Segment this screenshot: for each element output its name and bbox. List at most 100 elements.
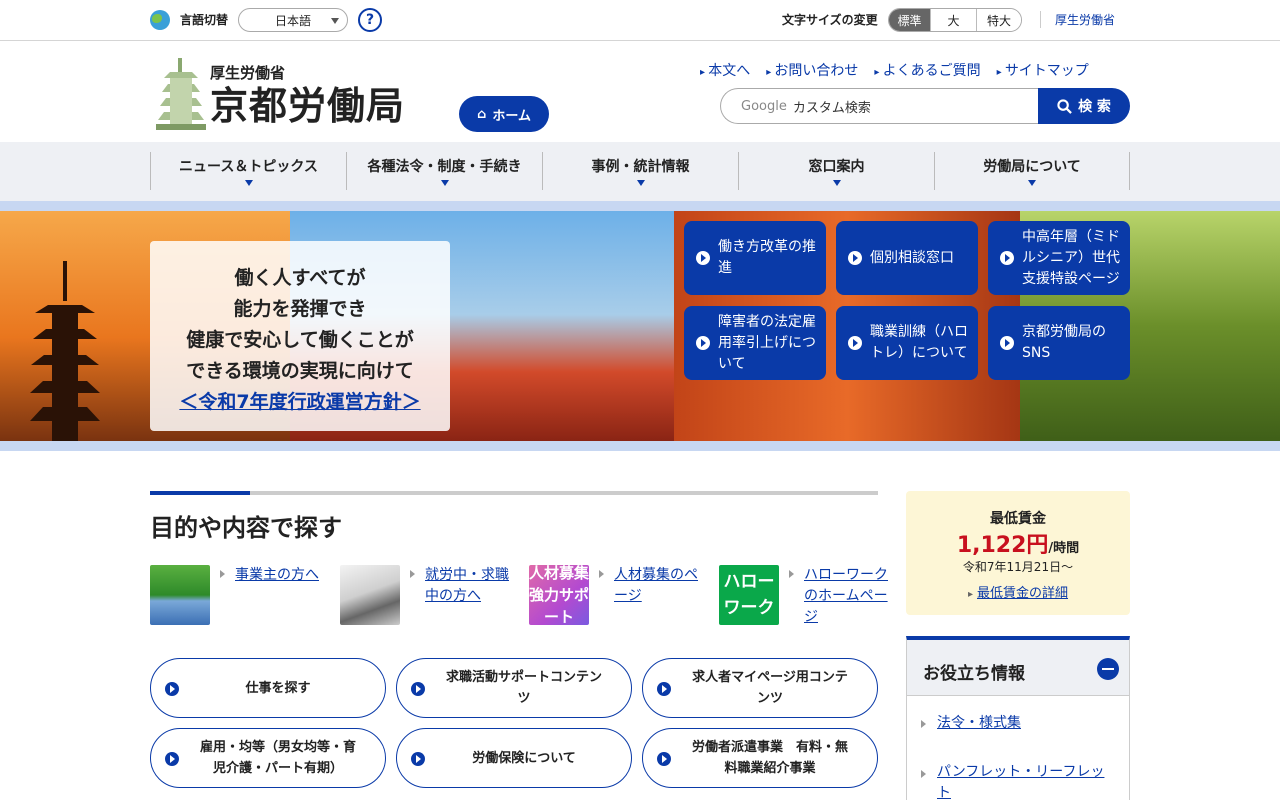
hero-button-label: 障害者の法定雇用率引上げについて <box>718 313 816 372</box>
chevron-down-icon <box>244 180 253 186</box>
tile-label[interactable]: ハローワークのホームページ <box>804 565 896 628</box>
play-circle-icon <box>657 752 671 766</box>
pill-label: 労働保険について <box>472 750 576 766</box>
hellowork-logo: ハローワーク <box>719 565 779 625</box>
nav-cases-statistics[interactable]: 事例・統計情報 <box>542 152 738 190</box>
administrative-policy-link[interactable]: ＜令和7年度行政運営方針＞ <box>179 391 420 413</box>
hero-message-box: 働く人すべてが 能力を発揮でき 健康で安心して働くことが できる環境の実現に向け… <box>150 241 450 431</box>
useful-info-header[interactable]: お役立ち情報 <box>907 640 1129 696</box>
collapse-icon[interactable] <box>1097 658 1119 680</box>
play-circle-icon <box>411 682 425 696</box>
pill-job-search-support[interactable]: 求職活動サポートコンテンツ <box>396 658 632 718</box>
tile-employers[interactable]: 事業主の方へ <box>150 565 330 635</box>
hero-button-vocational-training[interactable]: 職業訓練（ハロトレ）について <box>836 306 978 380</box>
employers-photo <box>150 565 210 625</box>
pill-employment-equality[interactable]: 雇用・均等（男女均等・育児介護・パート有期） <box>150 728 386 788</box>
home-button[interactable]: ⌂ ホーム <box>459 96 549 132</box>
pill-employer-mypage[interactable]: 求人者マイページ用コンテンツ <box>642 658 878 718</box>
hero-bottom-bar <box>0 441 1280 451</box>
hero-button-label: 個別相談窓口 <box>870 249 954 266</box>
utility-nav: 本文へ お問い合わせ よくあるご質問 サイトマップ <box>700 60 1089 80</box>
nav-label: 労働局について <box>983 159 1081 175</box>
mhlw-link[interactable]: 厚生労働省 <box>1040 11 1115 28</box>
hero-button-label: 職業訓練（ハロトレ）について <box>870 324 968 361</box>
play-circle-icon <box>696 336 710 350</box>
nav-about-bureau[interactable]: 労働局について <box>934 152 1130 190</box>
nav-news-topics[interactable]: ニュース＆トピックス <box>150 152 346 190</box>
hero-button-label: 中高年層（ミドルシニア）世代支援特設ページ <box>1022 228 1120 287</box>
language-label: 言語切替 <box>180 13 229 27</box>
search-button[interactable]: 検 索 <box>1038 88 1130 124</box>
search-icon <box>1057 98 1072 114</box>
pill-label: 仕事を探す <box>245 680 311 696</box>
tile-job-seekers[interactable]: 就労中・求職中の方へ <box>340 565 520 635</box>
wage-details-link[interactable]: 最低賃金の詳細 <box>906 582 1130 601</box>
pill-labor-insurance[interactable]: 労働保険について <box>396 728 632 788</box>
skip-to-content-link[interactable]: 本文へ <box>700 60 750 80</box>
tile-hellowork[interactable]: ハローワーク ハローワークのホームページ <box>719 565 899 635</box>
arrow-right-icon <box>921 720 926 728</box>
font-size-label: 文字サイズの変更 <box>782 13 878 27</box>
nav-laws-procedures[interactable]: 各種法令・制度・手続き <box>346 152 542 190</box>
hero-line: できる環境の実現に向けて <box>186 360 414 382</box>
contact-link[interactable]: お問い合わせ <box>766 60 858 80</box>
laws-forms-link[interactable]: 法令・様式集 <box>937 713 1117 734</box>
chevron-down-icon <box>636 180 645 186</box>
main-nav: ニュース＆トピックス 各種法令・制度・手続き 事例・統計情報 窓口案内 労働局に… <box>0 142 1280 211</box>
recruitment-support-banner: 人材募集強力サポート <box>529 565 589 625</box>
chevron-down-icon <box>832 180 841 186</box>
pill-label: 求職活動サポートコンテンツ <box>445 670 602 706</box>
arrow-right-icon <box>599 570 604 578</box>
help-icon[interactable]: ? <box>358 8 382 32</box>
sitemap-link[interactable]: サイトマップ <box>997 60 1089 80</box>
play-circle-icon <box>696 251 710 265</box>
arrow-right-icon <box>921 770 926 778</box>
logo-bureau-name[interactable]: 京都労働局 <box>210 84 405 128</box>
hero-button-label: 働き方改革の推進 <box>718 239 816 276</box>
chevron-down-icon <box>440 180 449 186</box>
hero-button-consultation[interactable]: 個別相談窓口 <box>836 221 978 295</box>
tile-label[interactable]: 事業主の方へ <box>235 565 327 586</box>
faq-link[interactable]: よくあるご質問 <box>874 60 981 80</box>
pill-dispatch-placement[interactable]: 労働者派遣事業 有料・無料職業紹介事業 <box>642 728 878 788</box>
language-selected-value: 日本語 <box>274 13 311 28</box>
tile-label[interactable]: 就労中・求職中の方へ <box>425 565 517 607</box>
hero-button-disability-employment[interactable]: 障害者の法定雇用率引上げについて <box>684 306 826 380</box>
pill-find-job[interactable]: 仕事を探す <box>150 658 386 718</box>
nav-label: 各種法令・制度・手続き <box>367 159 522 175</box>
hero-button-middle-senior[interactable]: 中高年層（ミドルシニア）世代支援特設ページ <box>988 221 1130 295</box>
google-brand-label: Google <box>741 98 787 114</box>
hero-line: 能力を発揮でき <box>233 298 367 320</box>
font-size-standard-button[interactable]: 標準 <box>889 9 931 31</box>
play-circle-icon <box>848 251 862 265</box>
pill-label: 労働者派遣事業 有料・無料職業紹介事業 <box>691 740 848 776</box>
language-select[interactable]: 日本語 <box>238 8 348 32</box>
search-placeholder: カスタム検索 <box>792 100 871 116</box>
minimum-wage-box: 最低賃金 1,122円/時間 令和7年11月21日～ 最低賃金の詳細 <box>906 491 1130 615</box>
wage-effective-date: 令和7年11月21日～ <box>962 560 1074 574</box>
tile-recruitment[interactable]: 人材募集強力サポート 人材募集のページ <box>529 565 709 635</box>
nav-offices[interactable]: 窓口案内 <box>738 152 934 190</box>
hero-line: 健康で安心して働くことが <box>186 329 414 351</box>
useful-info-panel: お役立ち情報 法令・様式集 パンフレット・リーフレット <box>906 636 1130 800</box>
play-circle-icon <box>411 752 425 766</box>
hero-button-sns[interactable]: 京都労働局のSNS <box>988 306 1130 380</box>
search-input[interactable]: Google カスタム検索 <box>720 88 1040 124</box>
wage-amount-value: 1,122円 <box>956 533 1049 558</box>
pamphlets-link[interactable]: パンフレット・リーフレット <box>937 762 1117 800</box>
hero-button-work-style-reform[interactable]: 働き方改革の推進 <box>684 221 826 295</box>
arrow-right-icon <box>410 570 415 578</box>
play-circle-icon <box>1000 336 1014 350</box>
section-divider <box>150 491 878 495</box>
home-icon: ⌂ <box>477 106 487 122</box>
hero-line: 働く人すべてが <box>234 267 366 289</box>
pill-label: 雇用・均等（男女均等・育児介護・パート有期） <box>199 740 356 776</box>
tile-label[interactable]: 人材募集のページ <box>614 565 706 607</box>
play-circle-icon <box>848 336 862 350</box>
font-size-large-button[interactable]: 大 <box>931 9 977 31</box>
font-size-xlarge-button[interactable]: 特大 <box>977 9 1021 31</box>
home-button-label: ホーム <box>492 108 531 124</box>
wage-amount: 1,122円/時間 <box>906 527 1130 559</box>
globe-icon <box>150 10 170 30</box>
useful-info-title: お役立ち情報 <box>923 664 1025 684</box>
